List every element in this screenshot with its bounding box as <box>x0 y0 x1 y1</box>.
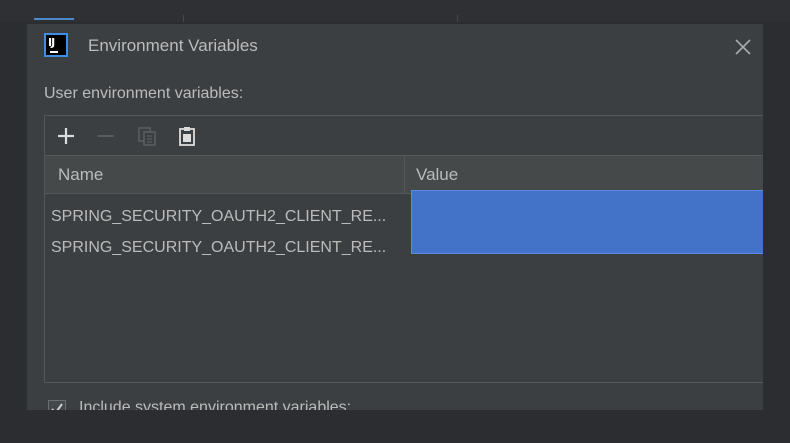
table-toolbar <box>45 116 763 156</box>
column-header-name[interactable]: Name <box>58 165 103 185</box>
active-tab-indicator <box>34 18 74 20</box>
background-area <box>27 410 763 443</box>
variable-name-cell[interactable]: SPRING_SECURITY_OAUTH2_CLIENT_RE... <box>51 208 386 226</box>
dialog-title: Environment Variables <box>88 36 258 55</box>
variable-name-cell[interactable]: SPRING_SECURITY_OAUTH2_CLIENT_RE... <box>51 239 386 257</box>
environment-variables-dialog: IJ Environment Variables User environmen… <box>27 24 763 410</box>
section-label: User environment variables: <box>44 85 244 102</box>
copy-icon[interactable] <box>136 125 158 147</box>
toolbar-separator <box>457 15 458 22</box>
dialog-titlebar: IJ Environment Variables <box>27 24 763 70</box>
toolbar-separator <box>183 15 184 22</box>
logo-bar <box>50 51 58 53</box>
column-header-value[interactable]: Value <box>416 165 458 185</box>
close-icon[interactable] <box>733 37 753 57</box>
column-divider[interactable] <box>404 156 405 194</box>
minus-icon[interactable] <box>95 125 117 147</box>
redacted-values-overlay <box>411 190 763 254</box>
plus-icon[interactable] <box>55 125 77 147</box>
include-system-checkbox[interactable] <box>48 400 66 410</box>
clipboard-icon[interactable] <box>176 125 198 147</box>
intellij-logo-icon: IJ <box>44 33 68 57</box>
include-system-label: Include system environment variables: <box>79 399 352 410</box>
logo-text: IJ <box>48 36 55 49</box>
table-header: Name Value <box>45 156 763 194</box>
dialog-footer: Include system environment variables: <box>48 398 748 410</box>
top-strip <box>0 0 790 22</box>
